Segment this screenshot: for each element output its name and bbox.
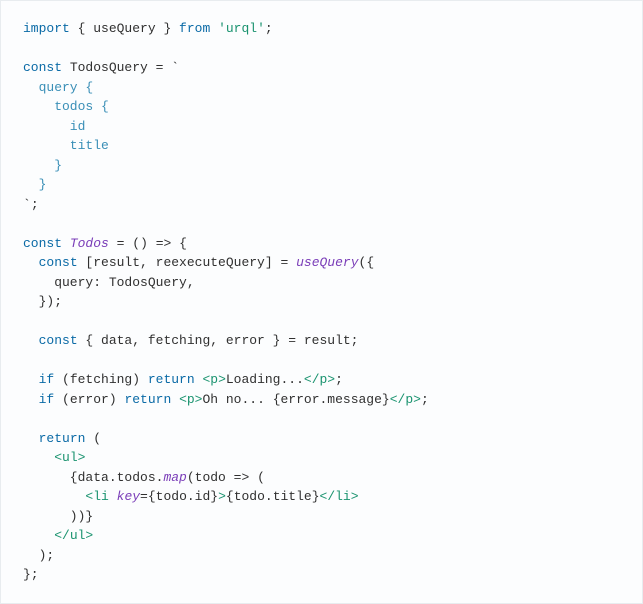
query-line: todos { [23,99,109,114]
indent [23,431,39,446]
keyword-const: const [23,236,62,251]
keyword-if: if [39,372,55,387]
brace: } [156,21,179,36]
operator-arrow: => [234,470,250,485]
cond-error: (error) [54,392,124,407]
semicolon: ; [335,372,343,387]
space [210,21,218,36]
tag-ul-close: </ul> [54,528,93,543]
backtick: ` [23,197,31,212]
param-todo: (todo [187,470,234,485]
destructure: { data, fetching, error } [78,333,289,348]
call-map: map [163,470,186,485]
option-query: query: TodosQuery, [23,275,195,290]
tag-li-open: <li [85,489,108,504]
ident-todosquery: TodosQuery [62,60,156,75]
indent [23,528,54,543]
ident-result: result; [296,333,358,348]
tag-li-gt: > [218,489,226,504]
operator-assign: = [288,333,296,348]
keyword-const: const [23,60,62,75]
keyword-import: import [23,21,70,36]
close-parens: }); [23,294,62,309]
operator-arrow: => [156,236,172,251]
text-loading: Loading... [226,372,304,387]
string-urql: 'urql' [218,21,265,36]
expr-todo-title: {todo.title} [226,489,320,504]
destructure: [result, reexecuteQuery] [78,255,281,270]
call-usequery: useQuery [296,255,358,270]
keyword-return: return [148,372,195,387]
tag-p-close: </p> [390,392,421,407]
expr-todo-id: {todo.id} [148,489,218,504]
paren-open: ( [249,470,265,485]
keyword-from: from [179,21,210,36]
component-todos: Todos [70,236,109,251]
cond-fetching: (fetching) [54,372,148,387]
indent [23,372,39,387]
tag-p-close: </p> [304,372,335,387]
text-ohno: Oh no... [202,392,272,407]
indent [23,489,85,504]
brace: { [70,21,93,36]
indent [23,333,39,348]
backtick: ` [163,60,179,75]
space [109,236,117,251]
expr-map-pre: {data.todos. [23,470,163,485]
close-map: ))} [23,509,93,524]
semicolon: ; [421,392,429,407]
space [62,236,70,251]
semicolon: ; [265,21,273,36]
keyword-const: const [39,255,78,270]
query-line: } [23,177,46,192]
query-line: query { [23,80,93,95]
space [109,489,117,504]
tag-li-close: </li> [320,489,359,504]
query-line: } [23,158,62,173]
operator-assign: = [140,489,148,504]
paren-open: ( [85,431,101,446]
query-line: id [23,119,85,134]
query-line: title [23,138,109,153]
expr-error-message: {error.message} [273,392,390,407]
ident-usequery: useQuery [93,21,155,36]
code-block: import { useQuery } from 'urql'; const T… [0,0,643,604]
keyword-return: return [124,392,171,407]
brace: { [171,236,187,251]
keyword-if: if [39,392,55,407]
parens: () [124,236,155,251]
semicolon: ; [31,197,39,212]
space [288,255,296,270]
indent [23,255,39,270]
close-return: ); [23,548,54,563]
tag-p-open: <p> [179,392,202,407]
space [171,392,179,407]
close-component: }; [23,567,39,582]
indent [23,450,54,465]
keyword-const: const [39,333,78,348]
tag-p-open: <p> [202,372,225,387]
indent [23,392,39,407]
tag-ul-open: <ul> [54,450,85,465]
attr-key: key [117,489,140,504]
parens-brace: ({ [359,255,375,270]
keyword-return: return [39,431,86,446]
